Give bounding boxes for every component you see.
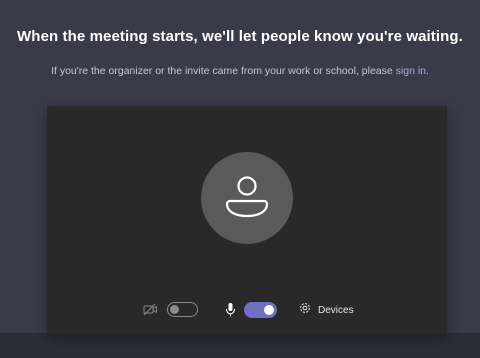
camera-toggle-knob bbox=[170, 305, 179, 314]
microphone-toggle-knob bbox=[264, 305, 274, 315]
device-controls: Devices bbox=[47, 302, 447, 320]
subtitle-period: . bbox=[426, 65, 429, 77]
devices-label: Devices bbox=[318, 304, 354, 316]
page-title: When the meeting starts, we'll let peopl… bbox=[17, 28, 463, 45]
sign-in-link[interactable]: sign in bbox=[396, 65, 426, 77]
gear-icon bbox=[298, 301, 312, 320]
video-preview: Devices bbox=[47, 106, 447, 334]
microphone-toggle[interactable] bbox=[244, 302, 277, 318]
bottom-bar bbox=[0, 333, 480, 358]
devices-button[interactable]: Devices bbox=[298, 302, 354, 318]
avatar bbox=[201, 152, 293, 244]
camera-off-icon[interactable] bbox=[143, 303, 158, 321]
page-subtitle: If you're the organizer or the invite ca… bbox=[0, 65, 480, 77]
subtitle-text: If you're the organizer or the invite ca… bbox=[51, 65, 396, 77]
microphone-icon[interactable] bbox=[225, 302, 236, 323]
person-icon bbox=[225, 176, 269, 218]
camera-toggle[interactable] bbox=[167, 302, 198, 317]
